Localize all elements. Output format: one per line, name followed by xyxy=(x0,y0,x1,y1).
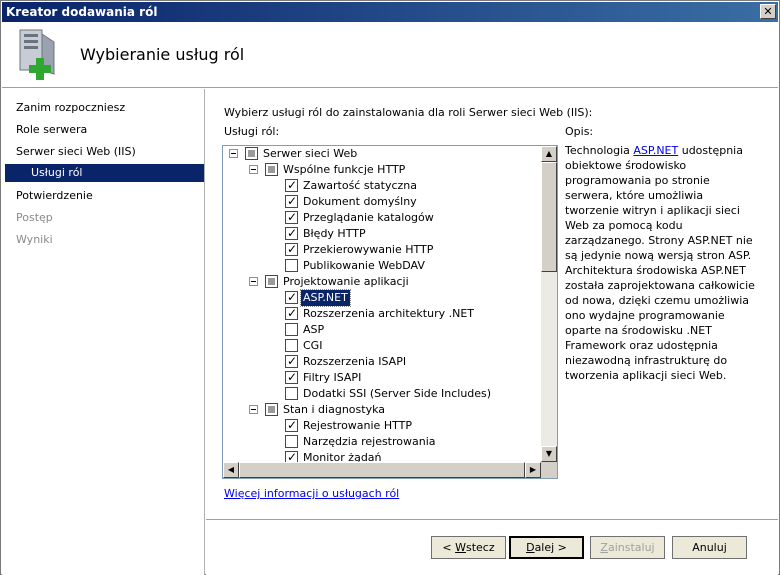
checkbox[interactable] xyxy=(285,387,298,400)
main-content: Wybierz usługi ról do zainstalowania dla… xyxy=(206,89,778,519)
back-button[interactable]: < Wstecz xyxy=(431,536,506,559)
wizard-window: Kreator dodawania ról ✕ Wybieranie usług… xyxy=(0,0,780,575)
more-info-link[interactable]: Więcej informacji o usługach ról xyxy=(224,487,399,500)
description-after: udostępnia obiektowe środowisko programo… xyxy=(565,144,755,382)
collapse-icon[interactable] xyxy=(249,405,258,414)
cancel-button[interactable]: Anuluj xyxy=(672,536,747,559)
tree-item-label[interactable]: Serwer sieci Web xyxy=(261,146,359,162)
tree-item-label[interactable]: Filtry ISAPI xyxy=(301,370,363,386)
tree-item-label[interactable]: Rozszerzenia ISAPI xyxy=(301,354,408,370)
nav-item-results: Wyniki xyxy=(16,233,53,246)
install-rest: ainstaluj xyxy=(607,541,655,554)
back-prefix: < xyxy=(442,541,456,554)
tree-item-label[interactable]: Rejestrowanie HTTP xyxy=(301,418,414,434)
checkbox[interactable] xyxy=(285,194,298,208)
scroll-right-button[interactable]: ▶ xyxy=(525,462,541,478)
scroll-up-button[interactable]: ▲ xyxy=(541,146,557,162)
tree-item-label[interactable]: Błędy HTTP xyxy=(301,226,368,242)
next-accel: D xyxy=(526,541,535,554)
tree-item-label[interactable]: Dodatki SSI (Server Side Includes) xyxy=(301,386,493,402)
description-label: Opis: xyxy=(565,125,594,138)
scroll-left-button[interactable]: ◀ xyxy=(223,462,239,478)
nav-item-progress: Postęp xyxy=(16,211,53,224)
nav-item-server-roles[interactable]: Role serwera xyxy=(16,123,87,136)
back-rest: stecz xyxy=(465,541,495,554)
checkbox[interactable] xyxy=(285,290,298,304)
nav-item-before-you-begin[interactable]: Zanim rozpoczniesz xyxy=(16,101,125,114)
checkbox[interactable] xyxy=(265,403,278,416)
arrow-up-icon: ▲ xyxy=(545,149,553,158)
arrow-down-icon: ▼ xyxy=(545,449,553,458)
checkbox[interactable] xyxy=(285,242,298,256)
vertical-scroll-thumb[interactable] xyxy=(541,162,557,272)
scroll-down-button[interactable]: ▼ xyxy=(541,446,557,462)
horizontal-scrollbar[interactable]: ◀ ▶ xyxy=(223,462,541,478)
window-title: Kreator dodawania ról xyxy=(6,5,158,19)
tree-item-label[interactable]: Przeglądanie katalogów xyxy=(301,210,436,226)
nav-item-confirmation[interactable]: Potwierdzenie xyxy=(16,189,93,202)
role-services-label: Usługi ról: xyxy=(224,125,280,138)
title-bar: Kreator dodawania ról ✕ xyxy=(2,2,778,22)
intro-text: Wybierz usługi ról do zainstalowania dla… xyxy=(224,106,593,119)
horizontal-scroll-thumb[interactable] xyxy=(239,462,525,478)
checkbox[interactable] xyxy=(285,370,298,384)
checkbox[interactable] xyxy=(285,339,298,352)
checkbox[interactable] xyxy=(245,147,258,160)
scroll-corner xyxy=(541,462,557,478)
collapse-icon[interactable] xyxy=(229,149,238,158)
checkbox[interactable] xyxy=(285,418,298,432)
tree-item-label[interactable]: Narzędzia rejestrowania xyxy=(301,434,438,450)
wizard-header: Wybieranie usług ról xyxy=(2,22,778,88)
tree-item-label[interactable]: Publikowanie WebDAV xyxy=(301,258,427,274)
description-text: Technologia ASP.NET udostępnia obiektowe… xyxy=(565,143,760,383)
checkbox[interactable] xyxy=(285,354,298,368)
checkbox[interactable] xyxy=(285,178,298,192)
checkbox[interactable] xyxy=(285,323,298,336)
checkbox[interactable] xyxy=(285,306,298,320)
tree-item-label[interactable]: Stan i diagnostyka xyxy=(281,402,387,418)
tree-item-label[interactable]: Przekierowywanie HTTP xyxy=(301,242,435,258)
checkbox[interactable] xyxy=(285,435,298,448)
collapse-icon[interactable] xyxy=(249,165,258,174)
close-button[interactable]: ✕ xyxy=(760,4,776,19)
vertical-scrollbar[interactable]: ▲ ▼ xyxy=(541,146,557,462)
wizard-footer: < Wstecz Dalej > Zainstaluj Anuluj xyxy=(206,519,778,575)
aspnet-link[interactable]: ASP.NET xyxy=(633,144,678,157)
arrow-right-icon: ▶ xyxy=(529,465,537,474)
tree-item-label[interactable]: ASP.NET xyxy=(300,289,351,307)
install-accel: Z xyxy=(600,541,608,554)
checkbox[interactable] xyxy=(265,275,278,288)
checkbox[interactable] xyxy=(285,226,298,240)
role-services-tree[interactable]: Monitor żądańNarzędzia rejestrowaniaReje… xyxy=(222,145,558,479)
server-add-icon xyxy=(19,29,55,80)
checkbox[interactable] xyxy=(285,259,298,272)
tree-item-label[interactable]: Zawartość statyczna xyxy=(301,178,419,194)
tree-item-label[interactable]: Projektowanie aplikacji xyxy=(281,274,411,290)
close-icon: ✕ xyxy=(763,5,773,18)
tree-item-label[interactable]: Rozszerzenia architektury .NET xyxy=(301,306,476,322)
checkbox[interactable] xyxy=(265,163,278,176)
nav-item-role-services[interactable]: Usługi ról xyxy=(5,164,204,182)
install-button: Zainstaluj xyxy=(590,536,665,559)
nav-item-web-server[interactable]: Serwer sieci Web (IIS) xyxy=(16,145,136,158)
arrow-left-icon: ◀ xyxy=(227,465,235,474)
next-button[interactable]: Dalej > xyxy=(509,536,584,559)
description-before: Technologia xyxy=(565,144,634,157)
next-rest: alej > xyxy=(534,541,567,554)
wizard-nav: Zanim rozpoczniesz Role serwera Serwer s… xyxy=(2,89,205,575)
collapse-icon[interactable] xyxy=(249,277,258,286)
page-title: Wybieranie usług ról xyxy=(80,45,245,64)
back-accel: W xyxy=(455,541,466,554)
checkbox[interactable] xyxy=(285,210,298,224)
tree-item-label[interactable]: Wspólne funkcje HTTP xyxy=(281,162,407,178)
tree-item-label[interactable]: ASP xyxy=(301,322,326,338)
tree-item-label[interactable]: CGI xyxy=(301,338,324,354)
tree-item-label[interactable]: Dokument domyślny xyxy=(301,194,419,210)
